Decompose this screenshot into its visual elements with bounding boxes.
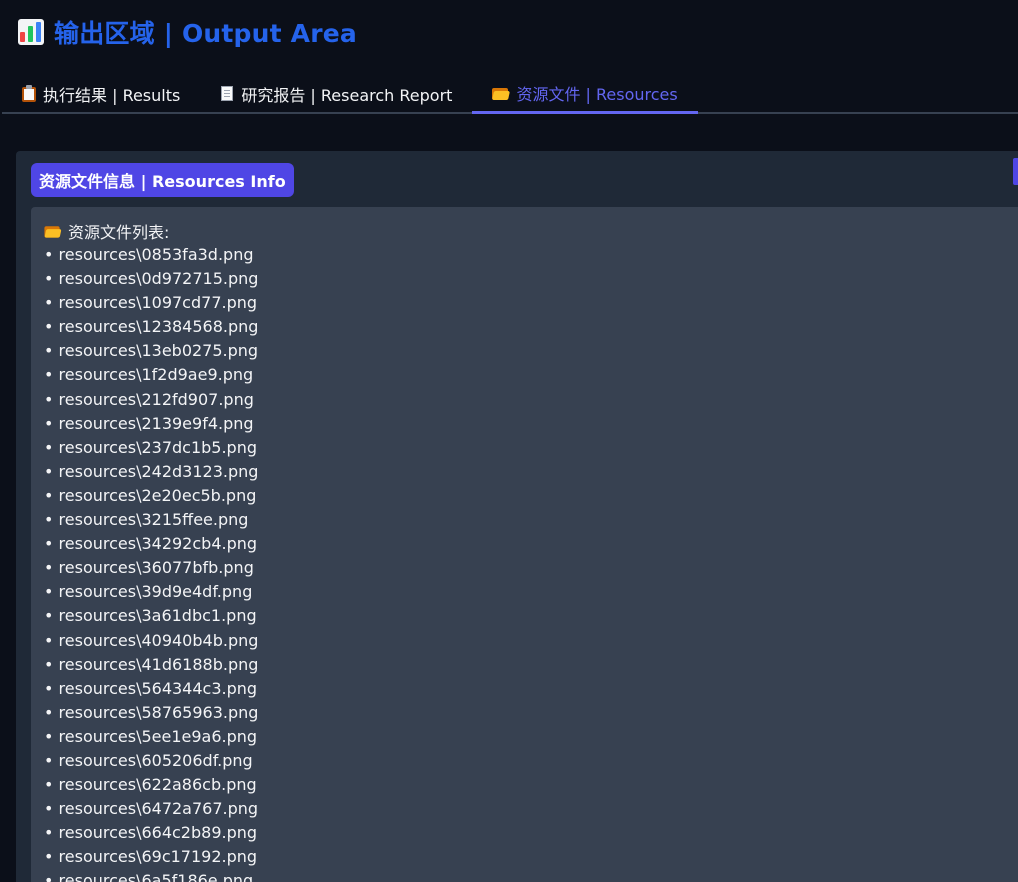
tab-research-report[interactable]: 研究报告 | Research Report (200, 75, 472, 112)
resource-file-item: resources\12384568.png (44, 315, 1018, 339)
resource-file-item: resources\242d3123.png (44, 460, 1018, 484)
resource-file-item: resources\36077bfb.png (44, 556, 1018, 580)
tab-bar: 执行结果 | Results 研究报告 | Research Report 资源… (2, 75, 1018, 114)
bar-chart-icon (18, 19, 44, 45)
resource-file-item: resources\39d9e4df.png (44, 580, 1018, 604)
tab-results-label: 执行结果 | Results (43, 85, 181, 105)
page-title: 输出区域 | Output Area (54, 19, 357, 48)
resource-file-item: resources\3215ffee.png (44, 508, 1018, 532)
resource-file-item: resources\40940b4b.png (44, 629, 1018, 653)
resource-file-item: resources\1f2d9ae9.png (44, 363, 1018, 387)
resource-file-item: resources\5ee1e9a6.png (44, 725, 1018, 749)
resource-list-title: 资源文件列表: (68, 223, 170, 242)
resource-file-item: resources\212fd907.png (44, 388, 1018, 412)
folder-icon (44, 224, 62, 238)
tab-research-report-label: 研究报告 | Research Report (241, 85, 453, 105)
resource-file-item: resources\2e20ec5b.png (44, 484, 1018, 508)
tab-results[interactable]: 执行结果 | Results (2, 75, 200, 112)
resource-file-item: resources\664c2b89.png (44, 821, 1018, 845)
resource-file-item: resources\564344c3.png (44, 677, 1018, 701)
resource-file-item: resources\6472a767.png (44, 797, 1018, 821)
resource-file-item: resources\13eb0275.png (44, 339, 1018, 363)
resource-list-header: 资源文件列表: (44, 219, 1018, 243)
resource-file-item: resources\6a5f186e.png (44, 869, 1018, 882)
resource-file-item: resources\58765963.png (44, 701, 1018, 725)
resource-file-item: resources\0853fa3d.png (44, 243, 1018, 267)
resource-file-item: resources\3a61dbc1.png (44, 604, 1018, 628)
resource-file-item: resources\69c17192.png (44, 845, 1018, 869)
tab-resources-label: 资源文件 | Resources (516, 85, 678, 104)
resource-file-item: resources\237dc1b5.png (44, 436, 1018, 460)
resource-file-list: resources\0853fa3d.pngresources\0d972715… (44, 243, 1018, 882)
folder-icon (492, 86, 511, 100)
resource-file-item: resources\622a86cb.png (44, 773, 1018, 797)
tab-resources[interactable]: 资源文件 | Resources (472, 75, 698, 114)
resources-info-badge: 资源文件信息 | Resources Info (31, 163, 294, 197)
document-icon (220, 85, 234, 102)
clipboard-icon (22, 85, 36, 102)
resource-file-item: resources\41d6188b.png (44, 653, 1018, 677)
resource-file-item: resources\605206df.png (44, 749, 1018, 773)
resource-file-item: resources\0d972715.png (44, 267, 1018, 291)
resource-file-item: resources\34292cb4.png (44, 532, 1018, 556)
output-area-header: 输出区域 | Output Area (18, 14, 357, 50)
panel-accent (1013, 158, 1018, 185)
output-area-page: 输出区域 | Output Area 执行结果 | Results 研究报告 |… (0, 0, 1018, 882)
resource-file-item: resources\1097cd77.png (44, 291, 1018, 315)
resources-content[interactable]: 资源文件列表: resources\0853fa3d.pngresources\… (31, 207, 1018, 882)
resource-file-item: resources\2139e9f4.png (44, 412, 1018, 436)
